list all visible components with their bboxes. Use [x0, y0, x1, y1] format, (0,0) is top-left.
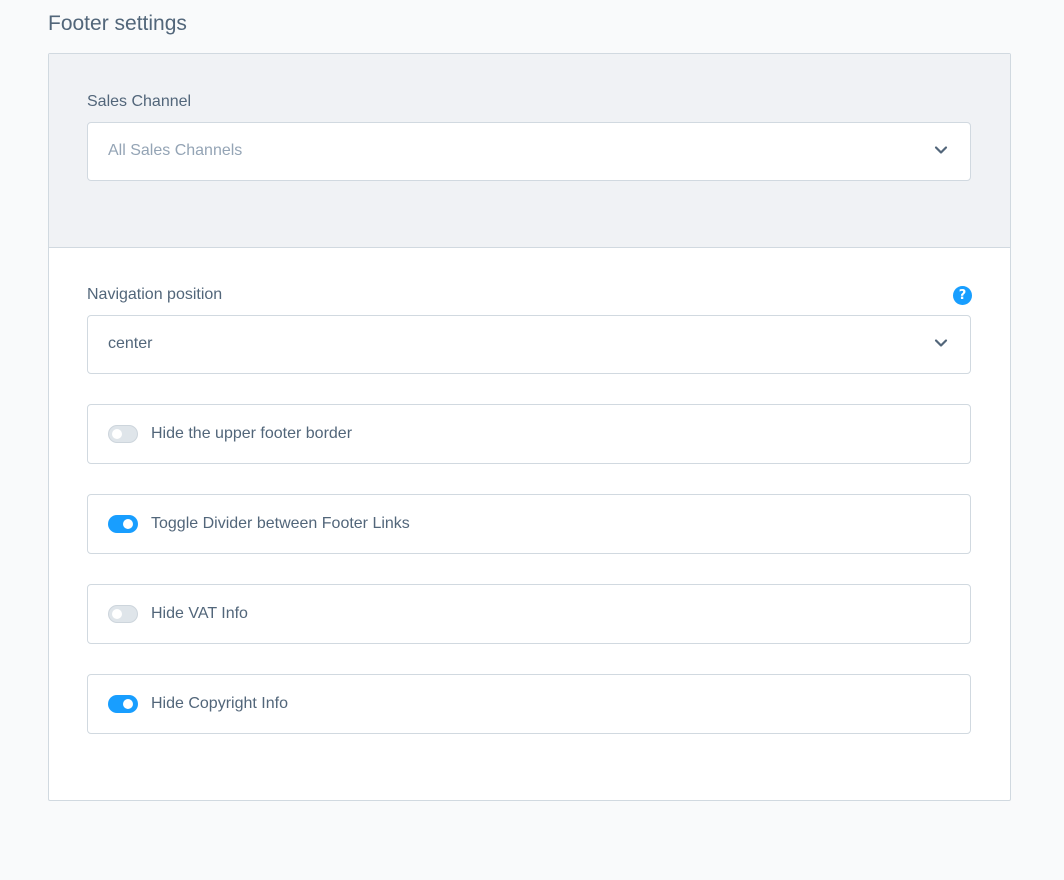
toggle-label: Toggle Divider between Footer Links — [151, 515, 410, 532]
navigation-position-label: Navigation position — [87, 286, 223, 303]
chevron-down-icon — [934, 339, 948, 347]
navigation-position-select[interactable]: center — [87, 315, 971, 374]
switch-knob — [112, 429, 122, 439]
footer-settings-card: Sales Channel All Sales Channels Navigat… — [48, 53, 1011, 801]
sales-channel-section: Sales Channel All Sales Channels — [49, 54, 1010, 248]
toggle-row-hide-vat-info: Hide VAT Info — [87, 584, 971, 644]
toggle-label: Hide VAT Info — [151, 605, 248, 622]
hide-copyright-info-switch[interactable] — [108, 695, 138, 713]
toggle-label: Hide Copyright Info — [151, 695, 288, 712]
toggle-row-hide-upper-footer-border: Hide the upper footer border — [87, 404, 971, 464]
sales-channel-placeholder: All Sales Channels — [108, 142, 243, 159]
hide-vat-info-switch[interactable] — [108, 605, 138, 623]
help-icon[interactable]: ? — [953, 286, 972, 305]
hide-upper-footer-border-switch[interactable] — [108, 425, 138, 443]
switch-knob — [123, 699, 133, 709]
toggle-row-hide-copyright-info: Hide Copyright Info — [87, 674, 971, 734]
sales-channel-label: Sales Channel — [87, 93, 192, 110]
toggle-label: Hide the upper footer border — [151, 425, 353, 442]
navigation-position-value: center — [108, 335, 153, 352]
sales-channel-select[interactable]: All Sales Channels — [87, 122, 971, 181]
switch-knob — [112, 609, 122, 619]
chevron-down-icon — [934, 146, 948, 154]
switch-knob — [123, 519, 133, 529]
page-title: Footer settings — [48, 12, 187, 35]
toggle-row-divider-between-links: Toggle Divider between Footer Links — [87, 494, 971, 554]
divider-between-links-switch[interactable] — [108, 515, 138, 533]
